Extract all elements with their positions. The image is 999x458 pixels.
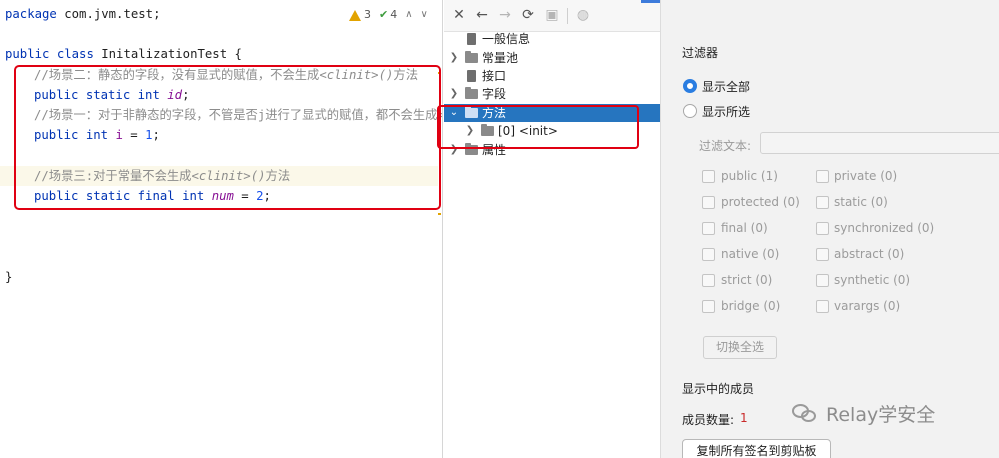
refresh-icon[interactable]: ⟳	[519, 6, 537, 24]
checkbox-bridge[interactable]	[702, 300, 715, 313]
chevron-right-icon[interactable]: ❯	[448, 85, 460, 103]
save-icon[interactable]: ▣	[543, 6, 561, 24]
code-line-class-decl[interactable]: public class InitalizationTest {	[5, 44, 242, 64]
tree-item-label: 字段	[482, 87, 507, 101]
close-icon[interactable]: ✕	[450, 6, 468, 24]
closing-brace: }	[5, 270, 13, 284]
members-section-title: 显示中的成员	[682, 382, 755, 396]
class-structure-tree[interactable]: 一般信息 ❯ 常量池 接口 ❯ 字段 ⌄ 方法 ❯ [0] <init> ❯ 属…	[444, 32, 660, 458]
tree-item-label: 一般信息	[482, 32, 531, 46]
warning-indicator[interactable]: 3	[349, 8, 371, 21]
checkbox-bridge-label[interactable]: bridge (0)	[721, 299, 780, 313]
web-icon[interactable]: ◍	[574, 6, 592, 24]
checkbox-strict-label[interactable]: strict (0)	[721, 273, 772, 287]
checkbox-public[interactable]	[702, 170, 715, 183]
forward-icon[interactable]: →	[496, 6, 514, 24]
tree-item-constant-pool[interactable]: ❯ 常量池	[444, 49, 660, 67]
filter-section-title: 过滤器	[682, 46, 719, 60]
annotation-box-tree	[437, 105, 639, 149]
checkbox-synthetic[interactable]	[816, 274, 829, 287]
tree-item-interfaces[interactable]: 接口	[444, 67, 660, 85]
filter-panel: 过滤器 显示全部 显示所选 过滤文本: public (1) protected…	[660, 0, 999, 458]
radio-show-all[interactable]	[683, 79, 697, 93]
radio-show-all-label[interactable]: 显示全部	[702, 78, 750, 95]
chevron-right-icon[interactable]: ❯	[448, 49, 460, 67]
checkbox-static[interactable]	[816, 196, 829, 209]
document-icon	[467, 70, 476, 82]
weak-warning-count: 4	[390, 8, 398, 21]
warning-icon	[349, 9, 361, 21]
chevron-up-icon[interactable]: ∧	[405, 9, 412, 20]
inspection-widget[interactable]: 3 ✔ 4 ∧ ∨	[349, 8, 428, 21]
keyword-package: package	[5, 7, 57, 21]
checkbox-private[interactable]	[816, 170, 829, 183]
weak-warning-indicator[interactable]: ✔ 4	[379, 8, 397, 21]
checkbox-strict[interactable]	[702, 274, 715, 287]
filter-text-label: 过滤文本:	[699, 139, 752, 153]
folder-icon	[465, 51, 478, 63]
toolbar-separator	[567, 8, 568, 24]
toggle-all-button[interactable]: 切换全选	[703, 336, 777, 359]
tree-item-label: 接口	[482, 69, 507, 83]
package-name: com.jvm.test;	[56, 7, 161, 21]
checkbox-synchronized[interactable]	[816, 222, 829, 235]
copy-signatures-button[interactable]: 复制所有签名到剪贴板	[682, 439, 831, 458]
checkmark-icon: ✔	[379, 8, 389, 21]
chevron-down-icon[interactable]: ∨	[421, 9, 428, 20]
checkbox-abstract-label[interactable]: abstract (0)	[834, 247, 904, 261]
code-line-close-brace[interactable]: }	[5, 267, 12, 287]
wechat-icon	[792, 402, 820, 424]
tree-item-general-info[interactable]: 一般信息	[444, 30, 660, 48]
class-name: InitalizationTest {	[93, 47, 242, 61]
watermark: Relay学安全	[792, 400, 935, 426]
annotation-box-code	[14, 65, 441, 210]
member-count-value: 1	[740, 411, 748, 425]
checkbox-final[interactable]	[702, 222, 715, 235]
code-line-package[interactable]: package com.jvm.test;	[5, 4, 160, 24]
code-editor[interactable]: package com.jvm.test; 3 ✔ 4 ∧ ∨ public cl…	[0, 0, 443, 458]
tree-item-label: 常量池	[482, 51, 519, 65]
watermark-text: Relay学安全	[826, 403, 936, 426]
folder-icon	[465, 87, 478, 99]
member-count-label: 成员数量:	[682, 413, 735, 427]
gutter-warning-mark[interactable]	[438, 213, 441, 215]
checkbox-protected[interactable]	[702, 196, 715, 209]
checkbox-static-label[interactable]: static (0)	[834, 195, 888, 209]
document-icon	[467, 33, 476, 45]
checkbox-final-label[interactable]: final (0)	[721, 221, 768, 235]
checkbox-native[interactable]	[702, 248, 715, 261]
tree-item-fields[interactable]: ❯ 字段	[444, 85, 660, 103]
checkbox-native-label[interactable]: native (0)	[721, 247, 779, 261]
radio-show-selected-label[interactable]: 显示所选	[702, 103, 750, 120]
checkbox-synthetic-label[interactable]: synthetic (0)	[834, 273, 910, 287]
keyword-public: public	[5, 47, 50, 61]
checkbox-abstract[interactable]	[816, 248, 829, 261]
checkbox-varargs[interactable]	[816, 300, 829, 313]
checkbox-varargs-label[interactable]: varargs (0)	[834, 299, 900, 313]
checkbox-private-label[interactable]: private (0)	[834, 169, 897, 183]
keyword-class: class	[49, 47, 94, 61]
checkbox-protected-label[interactable]: protected (0)	[721, 195, 800, 209]
checkbox-public-label[interactable]: public (1)	[721, 169, 778, 183]
back-icon[interactable]: ←	[473, 6, 491, 24]
radio-show-selected[interactable]	[683, 104, 697, 118]
checkbox-synchronized-label[interactable]: synchronized (0)	[834, 221, 934, 235]
filter-text-input[interactable]	[760, 132, 999, 154]
bytecode-viewer-toolbar: ✕ ← → ⟳ ▣ ◍	[444, 0, 660, 32]
warning-count: 3	[364, 8, 371, 21]
